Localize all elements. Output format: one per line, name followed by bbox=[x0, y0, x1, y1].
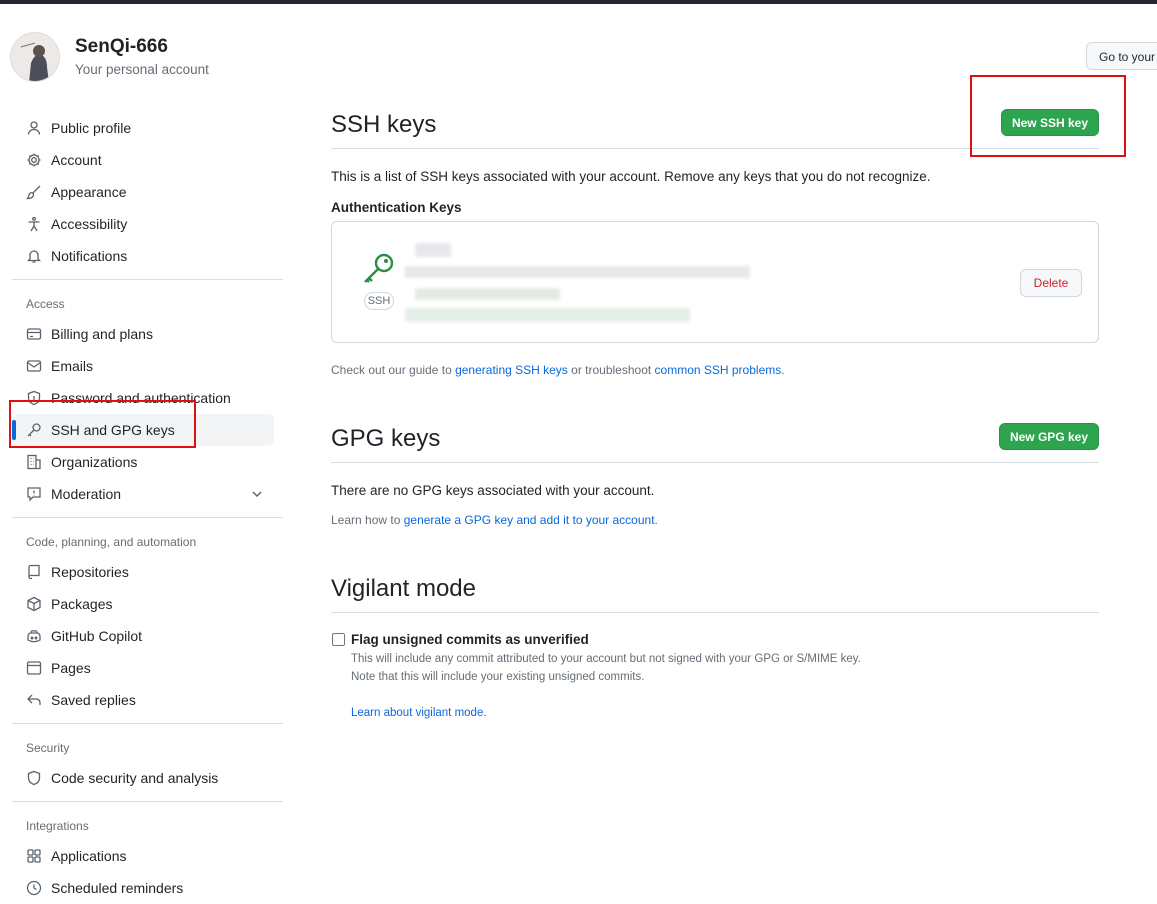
gpg-empty-text: There are no GPG keys associated with yo… bbox=[331, 483, 655, 498]
sidebar-item-public-profile[interactable]: Public profile bbox=[12, 112, 274, 144]
accessibility-icon bbox=[26, 216, 42, 232]
sidebar-item-label: Pages bbox=[51, 660, 91, 676]
sidebar-heading-code: Code, planning, and automation bbox=[26, 535, 197, 549]
redacted-key-added bbox=[415, 288, 560, 300]
sidebar-item-label: Saved replies bbox=[51, 692, 136, 708]
sidebar-item-label: Repositories bbox=[51, 564, 129, 580]
sidebar-item-copilot[interactable]: GitHub Copilot bbox=[12, 620, 274, 652]
section-divider bbox=[331, 462, 1099, 463]
sidebar-item-code-security[interactable]: Code security and analysis bbox=[12, 762, 274, 794]
guide-suffix: . bbox=[781, 363, 785, 377]
credit-card-icon bbox=[26, 326, 42, 342]
sidebar-item-label: Account bbox=[51, 152, 102, 168]
flag-unsigned-commits-label[interactable]: Flag unsigned commits as unverified bbox=[351, 632, 589, 647]
go-to-profile-button[interactable]: Go to your personal profile bbox=[1086, 42, 1157, 70]
vigilant-help-line1: This will include any commit attributed … bbox=[351, 653, 861, 665]
common-ssh-problems-link[interactable]: common SSH problems bbox=[655, 363, 782, 377]
guide-middle: or troubleshoot bbox=[567, 363, 655, 377]
report-icon bbox=[26, 486, 42, 502]
gear-icon bbox=[26, 152, 42, 168]
user-name: SenQi-666 bbox=[75, 36, 168, 57]
sidebar-item-saved-replies[interactable]: Saved replies bbox=[12, 684, 274, 716]
authentication-keys-heading: Authentication Keys bbox=[331, 200, 462, 215]
gpg-keys-title: GPG keys bbox=[331, 425, 441, 452]
ssh-key-list-item bbox=[331, 221, 1099, 343]
highlight-new-ssh-key bbox=[970, 75, 1126, 157]
generating-ssh-keys-link[interactable]: generating SSH keys bbox=[455, 363, 568, 377]
shield-icon bbox=[26, 770, 42, 786]
learn-vigilant-mode-link[interactable]: Learn about vigilant mode. bbox=[351, 707, 487, 719]
sidebar-item-label: Accessibility bbox=[51, 216, 128, 232]
organization-icon bbox=[26, 454, 42, 470]
reply-icon bbox=[26, 692, 42, 708]
sidebar-divider bbox=[12, 279, 283, 280]
ssh-badge: SSH bbox=[364, 292, 394, 310]
browser-icon bbox=[26, 660, 42, 676]
sidebar-item-repositories[interactable]: Repositories bbox=[12, 556, 274, 588]
sidebar-heading-integrations: Integrations bbox=[26, 819, 89, 833]
avatar[interactable] bbox=[10, 32, 60, 82]
sidebar-divider bbox=[12, 517, 283, 518]
sidebar-divider bbox=[12, 801, 283, 802]
sidebar-item-billing[interactable]: Billing and plans bbox=[12, 318, 274, 350]
redacted-key-last-used bbox=[405, 308, 690, 322]
sidebar-divider bbox=[12, 723, 283, 724]
sidebar-item-label: Emails bbox=[51, 358, 94, 374]
mail-icon bbox=[26, 358, 42, 374]
redacted-key-fingerprint bbox=[405, 266, 750, 278]
sidebar-item-label: GitHub Copilot bbox=[51, 628, 143, 644]
sidebar-heading-security: Security bbox=[26, 741, 70, 755]
repo-icon bbox=[26, 564, 42, 580]
account-subtitle: Your personal account bbox=[75, 62, 209, 77]
ssh-description: This is a list of SSH keys associated wi… bbox=[331, 169, 931, 184]
top-bar bbox=[0, 0, 1157, 4]
new-gpg-key-button[interactable]: New GPG key bbox=[999, 423, 1099, 450]
clock-icon bbox=[26, 880, 42, 896]
vigilant-mode-title: Vigilant mode bbox=[331, 575, 476, 602]
sidebar-item-organizations[interactable]: Organizations bbox=[12, 446, 274, 478]
sidebar-item-label: Code security and analysis bbox=[51, 770, 219, 786]
sidebar-item-appearance[interactable]: Appearance bbox=[12, 176, 274, 208]
sidebar-item-accessibility[interactable]: Accessibility bbox=[12, 208, 274, 240]
sidebar-item-label: Organizations bbox=[51, 454, 138, 470]
sidebar-item-emails[interactable]: Emails bbox=[12, 350, 274, 382]
sidebar-item-moderation[interactable]: Moderation bbox=[12, 478, 274, 510]
generate-gpg-key-link[interactable]: generate a GPG key and add it to your ac… bbox=[404, 513, 655, 527]
highlight-ssh-gpg-keys bbox=[9, 400, 196, 448]
copilot-icon bbox=[26, 628, 42, 644]
sidebar-item-applications[interactable]: Applications bbox=[12, 840, 274, 872]
sidebar-item-pages[interactable]: Pages bbox=[12, 652, 274, 684]
learn-suffix: . bbox=[654, 513, 658, 527]
flag-unsigned-commits-checkbox[interactable] bbox=[332, 633, 345, 646]
apps-icon bbox=[26, 848, 42, 864]
vigilant-help-line2: Note that this will include your existin… bbox=[351, 671, 645, 683]
sidebar-item-label: Billing and plans bbox=[51, 326, 153, 342]
key-icon bbox=[364, 253, 394, 283]
sidebar-item-label: Public profile bbox=[51, 120, 132, 136]
sidebar-item-label: Notifications bbox=[51, 248, 128, 264]
ssh-keys-title: SSH keys bbox=[331, 111, 437, 138]
sidebar-heading-access: Access bbox=[26, 297, 65, 311]
sidebar-item-label: Packages bbox=[51, 596, 113, 612]
sidebar-item-label: Applications bbox=[51, 848, 127, 864]
chevron-down-icon[interactable] bbox=[250, 487, 264, 501]
ssh-guide-text: Check out our guide to generating SSH ke… bbox=[331, 363, 785, 377]
guide-prefix: Check out our guide to bbox=[331, 363, 456, 377]
sidebar-item-label: Appearance bbox=[51, 184, 127, 200]
learn-prefix: Learn how to bbox=[331, 513, 404, 527]
person-icon bbox=[26, 120, 42, 136]
sidebar-item-packages[interactable]: Packages bbox=[12, 588, 274, 620]
paintbrush-icon bbox=[26, 184, 42, 200]
sidebar-item-label: Scheduled reminders bbox=[51, 880, 184, 896]
sidebar-item-scheduled-reminders[interactable]: Scheduled reminders bbox=[12, 872, 274, 904]
sidebar-item-notifications[interactable]: Notifications bbox=[12, 240, 274, 272]
gpg-learn-text: Learn how to generate a GPG key and add … bbox=[331, 513, 658, 527]
sidebar-item-label: Moderation bbox=[51, 486, 122, 502]
section-divider bbox=[331, 612, 1099, 613]
package-icon bbox=[26, 596, 42, 612]
bell-icon bbox=[26, 248, 42, 264]
delete-ssh-key-button[interactable]: Delete bbox=[1020, 269, 1082, 297]
redacted-key-title bbox=[415, 243, 451, 257]
sidebar-item-account[interactable]: Account bbox=[12, 144, 274, 176]
